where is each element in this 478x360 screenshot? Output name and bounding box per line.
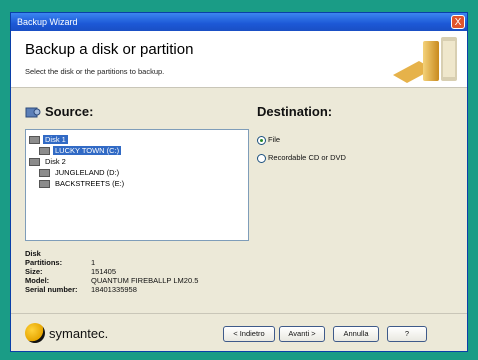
- info-key: Serial number:: [25, 285, 78, 294]
- wizard-footer: symantec. < Indietro Avanti > Annulla ?: [11, 313, 467, 351]
- tree-item-label: Disk 1: [43, 135, 68, 144]
- backup-wizard-window: Backup Wizard X Backup a disk or partiti…: [10, 12, 468, 352]
- help-button[interactable]: ?: [387, 326, 427, 342]
- cancel-button[interactable]: Annulla: [333, 326, 379, 342]
- wizard-header: Backup a disk or partition Select the di…: [11, 31, 467, 88]
- info-value: QUANTUM FIREBALLP LM20.5: [91, 276, 199, 285]
- disk-info-row: Partitions: 1: [25, 258, 198, 267]
- tree-item-partition-d[interactable]: JUNGLELAND (D:): [26, 167, 248, 178]
- info-value: 18401335958: [91, 285, 137, 294]
- back-button[interactable]: < Indietro: [223, 326, 275, 342]
- tree-item-label: LUCKY TOWN (C:): [53, 146, 122, 155]
- info-key: Partitions:: [25, 258, 63, 267]
- close-button[interactable]: X: [451, 15, 465, 29]
- title-bar: Backup Wizard X: [11, 13, 467, 31]
- source-disk-icon: [25, 107, 41, 118]
- source-title: Source:: [45, 104, 94, 119]
- page-title: Backup a disk or partition: [25, 41, 194, 58]
- info-key: Model:: [25, 276, 50, 285]
- destination-cd-dvd-option[interactable]: Recordable CD or DVD: [257, 153, 346, 163]
- tree-item-partition-c[interactable]: LUCKY TOWN (C:): [26, 145, 248, 156]
- radio-label: File: [268, 135, 281, 144]
- info-value: 151405: [91, 267, 117, 276]
- symantec-logo-icon: [25, 323, 45, 343]
- disk-info-heading: Disk: [25, 249, 41, 258]
- window-title: Backup Wizard: [17, 17, 78, 27]
- info-key: Size:: [25, 267, 43, 276]
- source-tree[interactable]: Disk 1 LUCKY TOWN (C:) Disk 2 JUNGLELAND…: [25, 129, 249, 241]
- disk-info-row: Serial number: 18401335958: [25, 285, 198, 294]
- tree-item-label: BACKSTREETS (E:): [55, 179, 125, 188]
- destination-file-option[interactable]: File: [257, 135, 280, 145]
- drives-graphic-icon: [389, 35, 459, 85]
- symantec-logo: symantec.: [25, 323, 108, 343]
- disk-icon: [29, 158, 40, 167]
- destination-title: Destination:: [257, 104, 333, 119]
- tree-item-disk-1[interactable]: Disk 1: [26, 134, 248, 145]
- disk-info-panel: Disk Partitions: 1 Size: 151405 Model: QUAN…: [25, 249, 198, 294]
- radio-cd-dvd[interactable]: [257, 153, 266, 163]
- brand-name: symantec.: [49, 325, 109, 341]
- disk-info-row: Model: QUANTUM FIREBALLP LM20.5: [25, 276, 198, 285]
- disk-icon: [29, 136, 40, 145]
- radio-file[interactable]: [257, 135, 266, 145]
- tree-item-partition-e[interactable]: BACKSTREETS (E:): [26, 178, 248, 189]
- info-value: 1: [91, 258, 96, 267]
- next-button[interactable]: Avanti >: [279, 326, 325, 342]
- partition-icon: [39, 169, 50, 178]
- tree-item-label: JUNGLELAND (D:): [55, 168, 120, 177]
- tree-item-label: Disk 2: [45, 157, 66, 166]
- partition-icon: [39, 147, 50, 156]
- radio-label: Recordable CD or DVD: [268, 153, 346, 162]
- partition-icon: [39, 180, 50, 189]
- tree-item-disk-2[interactable]: Disk 2: [26, 156, 248, 167]
- disk-info-row: Size: 151405: [25, 267, 198, 276]
- page-subtitle: Select the disk or the partitions to bac…: [25, 67, 165, 76]
